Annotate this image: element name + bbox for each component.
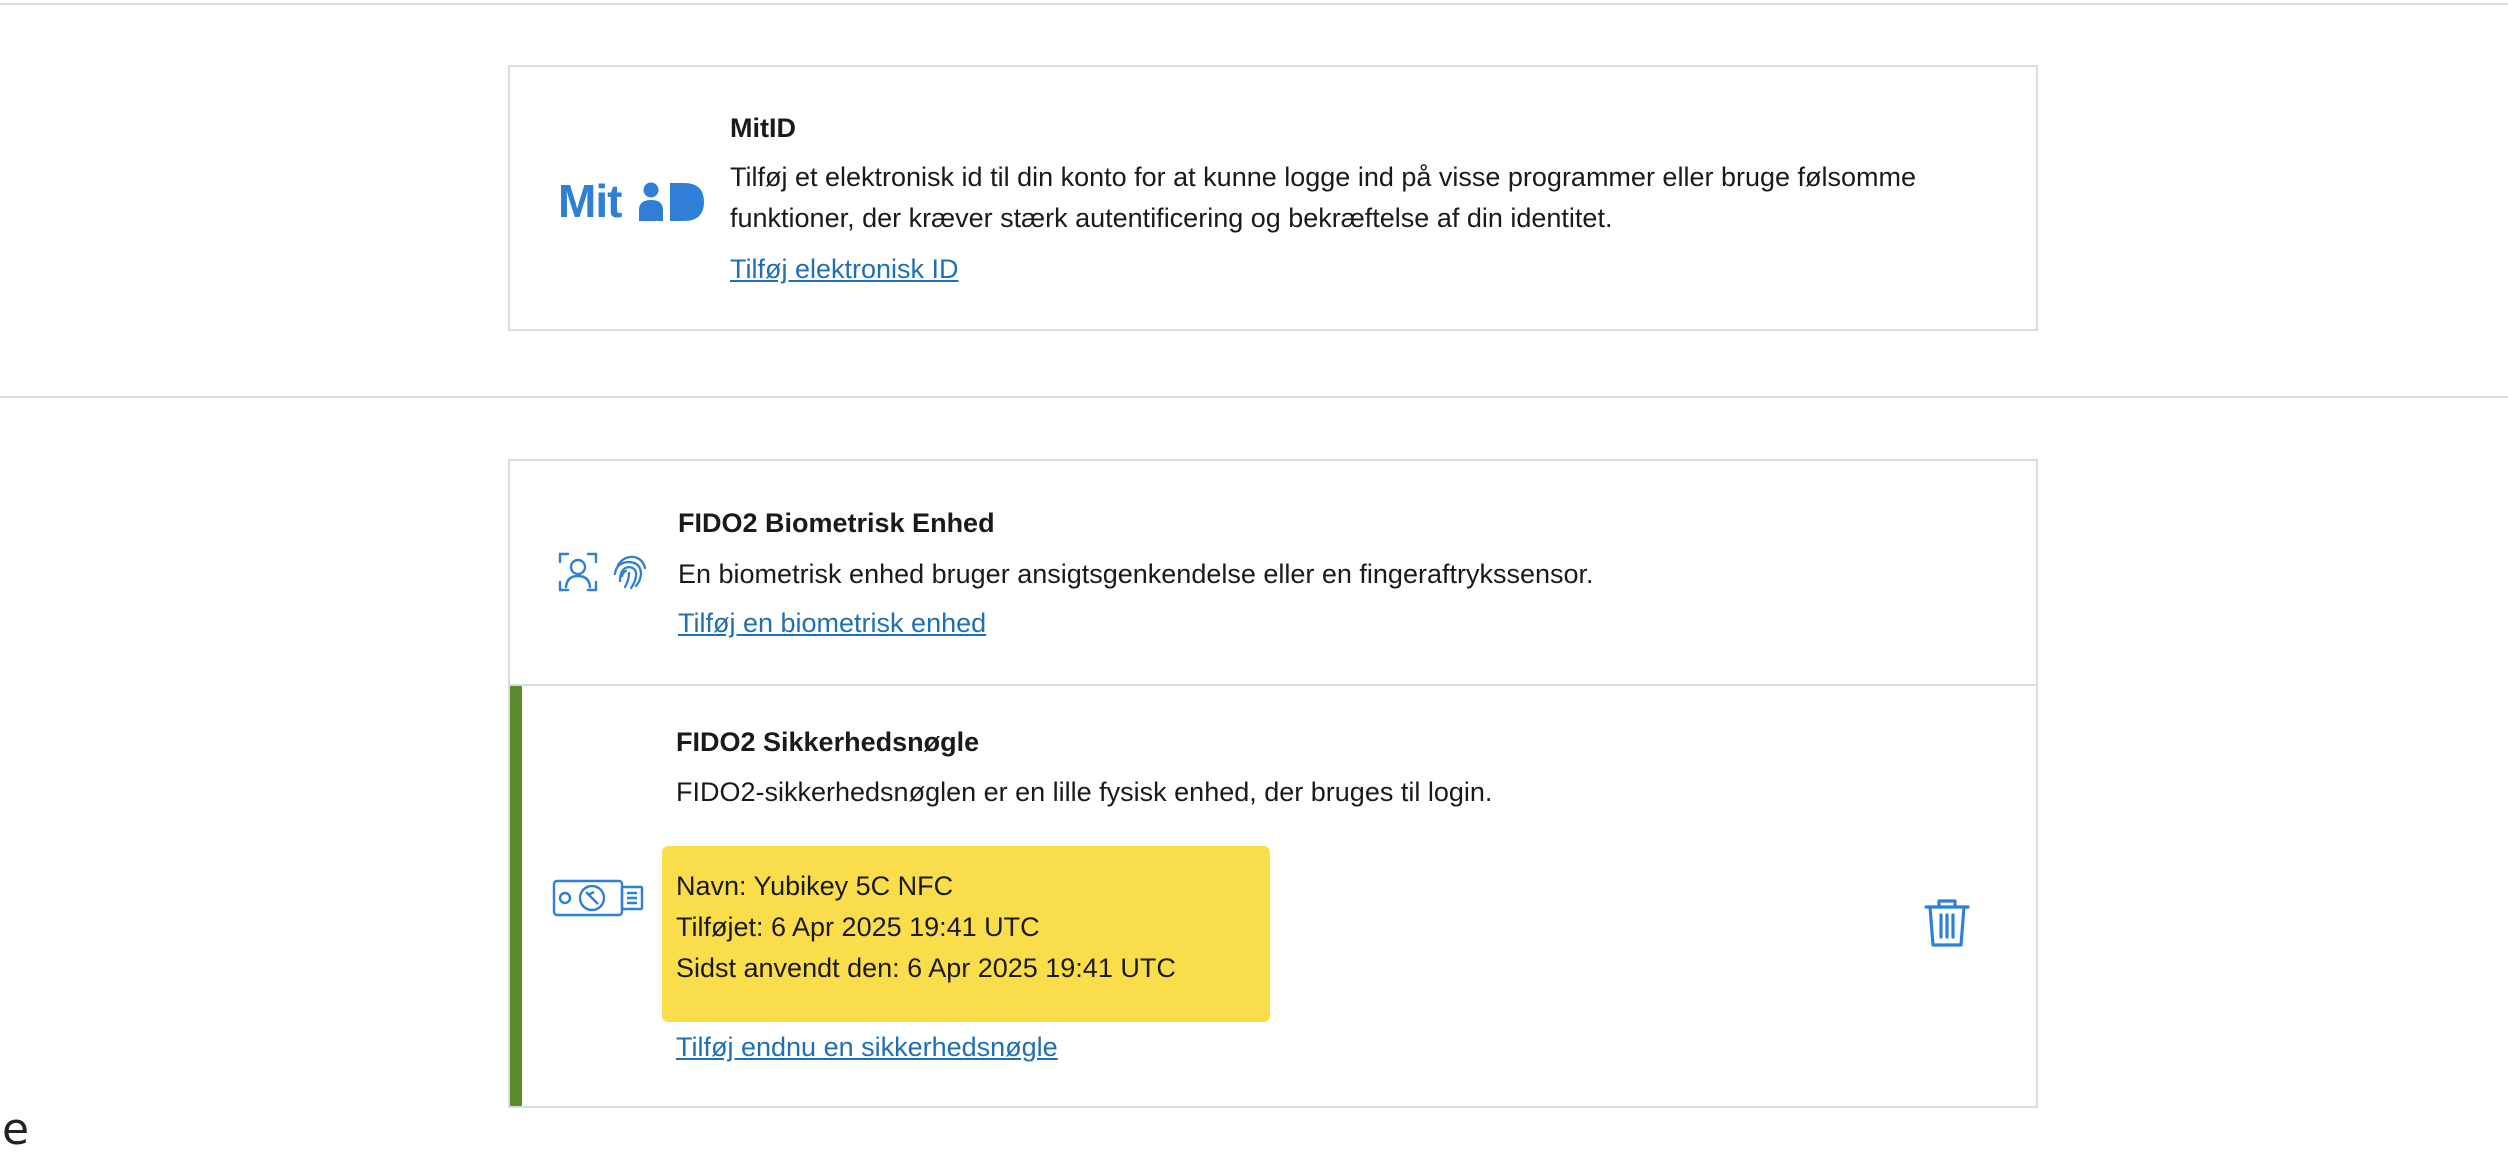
biometric-title: FIDO2 Biometrisk Enhed xyxy=(678,508,995,538)
security-key-description: FIDO2-sikkerhedsnøglen er en lille fysis… xyxy=(676,777,1493,807)
fido2-card: FIDO2 Biometrisk Enhed En biometrisk enh… xyxy=(508,459,2038,1108)
biometric-description: En biometrisk enhed bruger ansigtsgenken… xyxy=(678,559,1594,589)
security-key-icon xyxy=(552,879,644,917)
fingerprint-icon xyxy=(613,555,647,590)
corner-text-fragment: e xyxy=(2,1104,30,1155)
key-name: Navn: Yubikey 5C NFC xyxy=(676,871,954,901)
top-divider xyxy=(0,3,2508,5)
mitid-card: Mit MitID Tilføj et elektronisk id til d… xyxy=(508,65,2038,331)
mitid-title: MitID xyxy=(730,113,796,143)
mitid-person-icon xyxy=(639,182,704,221)
security-key-section: FIDO2 Sikkerhedsnøgle FIDO2-sikkerhedsnø… xyxy=(510,686,2036,1106)
security-key-title: FIDO2 Sikkerhedsnøgle xyxy=(676,727,980,757)
mitid-description: Tilføj et elektronisk id til din konto f… xyxy=(730,162,1917,233)
trash-icon[interactable] xyxy=(1924,898,1970,948)
add-another-security-key-link[interactable]: Tilføj endnu en sikkerhedsnøgle xyxy=(676,1030,1058,1064)
key-added-date: Tilføjet: 6 Apr 2025 19:41 UTC xyxy=(676,912,1040,942)
mitid-logo: Mit xyxy=(558,177,708,225)
biometric-section: FIDO2 Biometrisk Enhed En biometrisk enh… xyxy=(510,461,2036,685)
mitid-logo-text: Mit xyxy=(558,175,622,227)
face-scan-icon xyxy=(558,552,598,592)
add-electronic-id-link[interactable]: Tilføj elektronisk ID xyxy=(730,252,959,286)
key-last-used-date: Sidst anvendt den: 6 Apr 2025 19:41 UTC xyxy=(676,953,1176,983)
section-divider xyxy=(0,396,2508,398)
active-indicator-bar xyxy=(510,686,522,1106)
add-biometric-device-link[interactable]: Tilføj en biometrisk enhed xyxy=(678,606,986,640)
registered-key-details: Navn: Yubikey 5C NFC Tilføjet: 6 Apr 202… xyxy=(662,846,1270,1022)
